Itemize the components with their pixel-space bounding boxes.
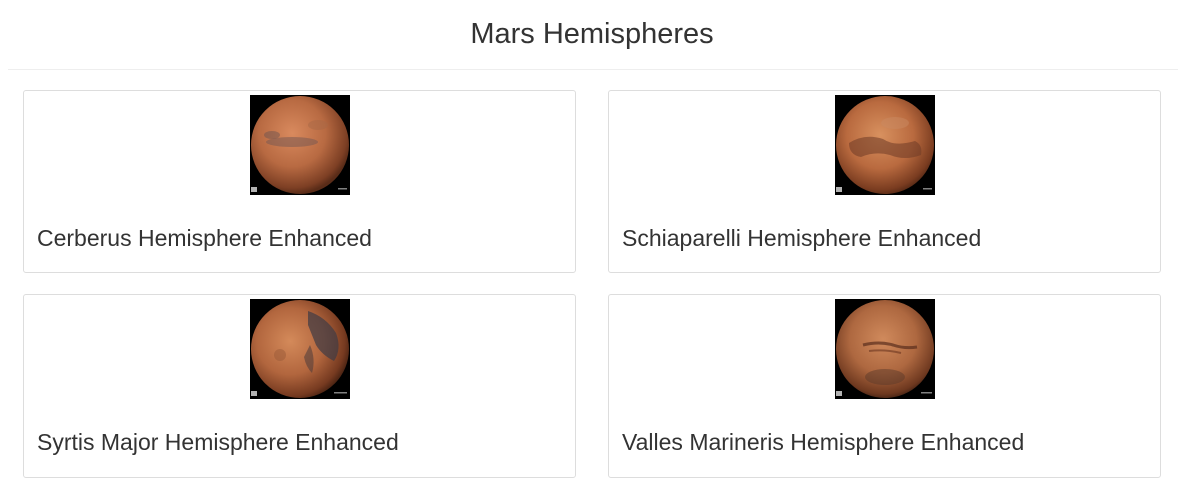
hemisphere-title[interactable]: Cerberus Hemisphere Enhanced [37,223,372,253]
mars-cerberus-image [250,95,350,195]
title-divider [8,69,1178,70]
page: Mars Hemispheres Cerberus Hemisphere Enh… [0,0,1184,486]
hemisphere-title[interactable]: Valles Marineris Hemisphere Enhanced [622,427,1024,457]
hemisphere-card: Schiaparelli Hemisphere Enhanced [608,90,1161,273]
hemisphere-card: Valles Marineris Hemisphere Enhanced [608,294,1161,478]
mars-schiaparelli-image [835,95,935,195]
hemisphere-image-link[interactable] [250,299,350,399]
mars-syrtis-major-image [250,299,350,399]
hemisphere-title[interactable]: Syrtis Major Hemisphere Enhanced [37,427,399,457]
page-title: Mars Hemispheres [470,18,714,50]
hemisphere-card: Syrtis Major Hemisphere Enhanced [23,294,576,478]
hemisphere-image-link[interactable] [835,95,935,195]
hemisphere-title[interactable]: Schiaparelli Hemisphere Enhanced [622,223,981,253]
mars-valles-marineris-image [835,299,935,399]
hemisphere-card: Cerberus Hemisphere Enhanced [23,90,576,273]
hemisphere-image-link[interactable] [835,299,935,399]
hemisphere-image-link[interactable] [250,95,350,195]
